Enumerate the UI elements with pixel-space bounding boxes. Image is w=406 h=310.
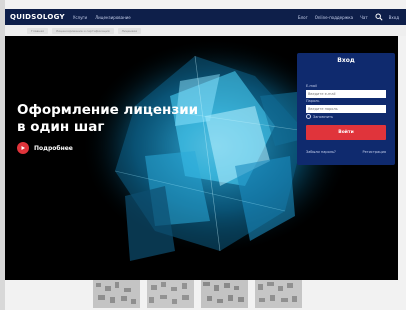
thumbnail[interactable] [93,280,140,308]
login-panel: Вход E-mail Пароль Запомнить Войти Забыл… [297,53,395,165]
nav-link-blog[interactable]: Блог [298,15,308,20]
search-icon[interactable] [375,13,383,21]
nav-link-licensing[interactable]: Лицензирование [95,15,131,20]
details-label[interactable]: Подробнее [34,145,73,152]
pattern-icon [255,280,302,308]
nav-link-services[interactable]: Услуги [73,15,87,20]
email-label: E-mail [306,84,317,88]
thumbnail[interactable] [201,280,248,308]
breadcrumb-section[interactable]: Лицензирование и сертификация [51,27,114,34]
breadcrumb-home[interactable]: Главная [27,27,48,34]
login-title: Вход [337,57,355,64]
hero-title: Оформление лицензии в один шаг [17,102,199,135]
thumbnail[interactable] [255,280,302,308]
breadcrumb: Главная Лицензирование и сертификация Ли… [5,25,406,36]
hero-banner: Оформление лицензии в один шаг Подробнее… [5,36,398,280]
email-field[interactable] [306,90,386,98]
remember-checkbox[interactable] [306,114,311,119]
password-field[interactable] [306,105,386,113]
details-button[interactable]: Подробнее [17,142,73,154]
pattern-icon [93,280,140,308]
login-button[interactable]: Войти [306,125,386,140]
thumbnail[interactable] [147,280,194,308]
pattern-icon [201,280,248,308]
site-logo[interactable]: QUIDSOLOGY [10,13,65,21]
breadcrumb-current: Лицензии [117,27,142,34]
remember-me[interactable]: Запомнить [306,114,333,119]
thumbnail-row [93,280,302,308]
nav-link-support[interactable]: Online-поддержка [315,15,353,20]
forgot-password-link[interactable]: Забыли пароль? [306,150,336,154]
password-label: Пароль [306,99,320,103]
play-icon[interactable] [17,142,29,154]
nav-link-chat[interactable]: Чат [360,15,368,20]
register-link[interactable]: Регистрация [363,150,386,154]
top-navbar: QUIDSOLOGY Услуги Лицензирование Блог On… [5,9,406,25]
remember-label: Запомнить [313,114,334,119]
pattern-icon [147,280,194,308]
nav-link-login[interactable]: Вход [389,15,399,20]
